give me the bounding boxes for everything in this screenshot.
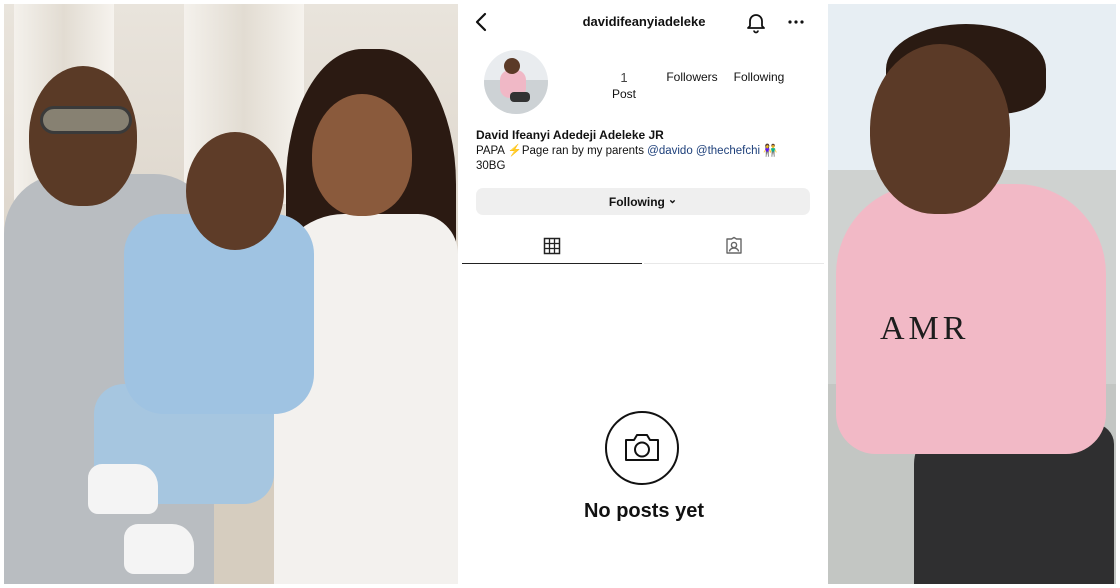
grid-icon (543, 237, 561, 254)
empty-state-message: No posts yet (583, 500, 705, 522)
tab-posts-grid[interactable] (462, 228, 642, 264)
profile-username: davidifeanyiadeleke (582, 14, 706, 29)
sweater-print: AMR (880, 310, 970, 347)
posts-number: 1 (620, 70, 628, 85)
sneaker (124, 524, 194, 574)
family-photo (4, 4, 458, 584)
camera-icon (604, 410, 680, 486)
mention-link-davido[interactable]: @davido (647, 145, 693, 157)
bell-icon (747, 14, 765, 34)
chevron-down-icon: ⌄ (667, 193, 678, 206)
profile-display-name: David Ifeanyi Adedeji Adeleke JR (476, 128, 664, 142)
posts-label: Post (611, 87, 636, 101)
back-arrow-icon (475, 12, 487, 32)
instagram-profile-screen: davidifeanyiadeleke 1 Post Followers Fol… (462, 0, 826, 588)
sneaker (88, 464, 158, 514)
profile-tabs (462, 228, 826, 264)
father-head (29, 66, 137, 206)
back-button[interactable] (470, 10, 494, 34)
mention-link-thechefchi[interactable]: @thechefchi (696, 145, 760, 157)
following-label: Following (733, 70, 785, 84)
posts-count[interactable]: 1 Post (602, 70, 646, 101)
bio-text: PAPA ⚡Page ran by my parents (476, 145, 648, 157)
profile-header: davidifeanyiadeleke (462, 0, 826, 44)
more-options-button[interactable] (784, 10, 808, 34)
bio-emoji: 👫 (763, 145, 778, 157)
bio-line-2: 30BG (476, 160, 506, 172)
following-button-label: Following (608, 194, 665, 209)
more-horizontal-icon (788, 20, 804, 24)
profile-avatar[interactable] (484, 50, 548, 114)
avatar-child-legs (510, 92, 530, 102)
child-photo: AMR (828, 4, 1116, 584)
following-button[interactable]: Following ⌄ (476, 188, 810, 215)
tab-tagged[interactable] (644, 228, 824, 264)
avatar-child-head (504, 58, 520, 74)
following-count[interactable]: Following (730, 70, 788, 84)
followers-count[interactable]: Followers (662, 70, 722, 84)
child-head (186, 132, 284, 250)
pink-sweater (836, 184, 1106, 454)
mother-head (312, 94, 412, 216)
child-face (870, 44, 1010, 214)
notifications-button[interactable] (744, 10, 768, 34)
followers-label: Followers (666, 70, 718, 84)
profile-bio: PAPA ⚡Page ran by my parents @davido @th… (476, 144, 816, 174)
tagged-icon (726, 236, 742, 254)
sunglasses (40, 106, 132, 134)
